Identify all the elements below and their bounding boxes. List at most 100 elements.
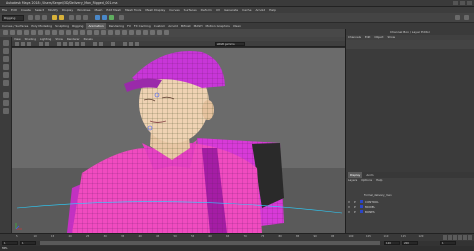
current-frame-field[interactable]: 1 bbox=[440, 241, 456, 245]
shelf-tool-icon[interactable] bbox=[31, 30, 36, 35]
smooth-shade-icon[interactable] bbox=[63, 42, 67, 46]
shelf-tool-icon[interactable] bbox=[10, 30, 15, 35]
sign-in-icon[interactable] bbox=[455, 15, 460, 20]
lights-icon[interactable] bbox=[81, 42, 85, 46]
layer-visibility-toggle[interactable]: V bbox=[348, 210, 352, 214]
maximize-button[interactable] bbox=[460, 1, 465, 5]
layer-menu-item[interactable]: Help bbox=[376, 178, 382, 183]
lasso-tool-icon[interactable] bbox=[3, 48, 9, 54]
shelf-tool-icon[interactable] bbox=[52, 30, 57, 35]
workspace-icon[interactable] bbox=[464, 15, 469, 20]
select-by-hierarchy-icon[interactable] bbox=[52, 15, 57, 20]
ipr-render-icon[interactable] bbox=[102, 15, 107, 20]
shelf-tool-icon[interactable] bbox=[108, 30, 113, 35]
snap-curve-icon[interactable] bbox=[76, 15, 81, 20]
minimize-button[interactable] bbox=[453, 1, 458, 5]
shelf-tool-icon[interactable] bbox=[24, 30, 29, 35]
xray-joints-icon[interactable] bbox=[99, 42, 103, 46]
render-settings-icon[interactable] bbox=[109, 15, 114, 20]
paint-select-icon[interactable] bbox=[3, 56, 9, 62]
snap-grid-icon[interactable] bbox=[69, 15, 74, 20]
channel-box-menu-item[interactable]: Edit bbox=[365, 35, 370, 40]
move-tool-icon[interactable] bbox=[3, 64, 9, 70]
channel-box-menu-item[interactable]: Channels bbox=[348, 35, 361, 40]
shelf-tool-icon[interactable] bbox=[164, 30, 169, 35]
shelf-tool-icon[interactable] bbox=[136, 30, 141, 35]
anti-aliasing-icon[interactable] bbox=[129, 42, 133, 46]
select-by-object-icon[interactable] bbox=[59, 15, 64, 20]
scale-tool-icon[interactable] bbox=[3, 80, 9, 86]
layer-menu-item[interactable]: Layers bbox=[348, 178, 357, 183]
playback-start-field[interactable]: 1 bbox=[20, 241, 36, 245]
shelf-tool-icon[interactable] bbox=[80, 30, 85, 35]
shelf-tool-icon[interactable] bbox=[87, 30, 92, 35]
isolate-select-icon[interactable] bbox=[111, 42, 115, 46]
shelf-tool-icon[interactable] bbox=[94, 30, 99, 35]
layer-row[interactable]: V P BONES bbox=[348, 209, 473, 214]
viewport-3d[interactable] bbox=[12, 48, 345, 233]
command-language-label[interactable]: MEL bbox=[2, 246, 8, 250]
time-slider[interactable]: 5 10 15 20 25 30 35 40 45 50 55 60 65 70 75 80 85 90 95 100… bbox=[0, 233, 474, 241]
layer-menu-item[interactable]: Options bbox=[361, 178, 372, 183]
shelf-tool-icon[interactable] bbox=[38, 30, 43, 35]
shelf-tool-icon[interactable] bbox=[115, 30, 120, 35]
hypershade-icon[interactable] bbox=[119, 15, 124, 20]
anim-end-field[interactable]: 200 bbox=[402, 241, 418, 245]
open-scene-icon[interactable] bbox=[35, 15, 40, 20]
bookmark-icon[interactable] bbox=[27, 42, 31, 46]
wireframe-icon[interactable] bbox=[57, 42, 61, 46]
layer-color-swatch[interactable] bbox=[360, 200, 363, 203]
channel-box-menu-item[interactable]: Show bbox=[387, 35, 395, 40]
camera-select-icon[interactable] bbox=[15, 42, 19, 46]
snap-point-icon[interactable] bbox=[83, 15, 88, 20]
go-to-start-button[interactable] bbox=[443, 235, 447, 240]
close-button[interactable] bbox=[467, 1, 472, 5]
shelf-tool-icon[interactable] bbox=[45, 30, 50, 35]
camera-attributes-icon[interactable] bbox=[21, 42, 25, 46]
anim-start-field[interactable]: 1 bbox=[2, 241, 18, 245]
new-scene-icon[interactable] bbox=[28, 15, 33, 20]
shelf-tool-icon[interactable] bbox=[59, 30, 64, 35]
shelf-tool-icon[interactable] bbox=[73, 30, 78, 35]
shelf-tool-icon[interactable] bbox=[3, 30, 8, 35]
menu-set-dropdown[interactable]: Rigging bbox=[2, 15, 24, 21]
shelf-tool-icon[interactable] bbox=[150, 30, 155, 35]
film-gate-icon[interactable] bbox=[45, 42, 49, 46]
shelf-tool-icon[interactable] bbox=[122, 30, 127, 35]
channel-box-menu-item[interactable]: Object bbox=[374, 35, 383, 40]
four-view-icon[interactable] bbox=[3, 100, 9, 106]
select-tool-icon[interactable] bbox=[3, 40, 9, 46]
layer-color-swatch[interactable] bbox=[360, 210, 363, 213]
layer-visibility-toggle[interactable]: V bbox=[348, 205, 352, 209]
layer-playback-toggle[interactable]: P bbox=[354, 200, 358, 204]
outliner-layout-icon[interactable] bbox=[3, 108, 9, 114]
range-bar[interactable] bbox=[40, 241, 380, 245]
color-space-field[interactable]: sRGB gamma bbox=[215, 42, 245, 46]
layer-color-swatch[interactable] bbox=[360, 205, 363, 208]
shelf-tool-icon[interactable] bbox=[66, 30, 71, 35]
grid-icon[interactable] bbox=[39, 42, 43, 46]
render-frame-icon[interactable] bbox=[95, 15, 100, 20]
go-to-end-button[interactable] bbox=[468, 235, 472, 240]
ambient-occlusion-icon[interactable] bbox=[123, 42, 127, 46]
layer-visibility-toggle[interactable]: V bbox=[348, 200, 352, 204]
layer-playback-toggle[interactable]: P bbox=[354, 205, 358, 209]
step-back-button[interactable] bbox=[448, 235, 452, 240]
shelf-tool-icon[interactable] bbox=[157, 30, 162, 35]
shelf-tool-icon[interactable] bbox=[129, 30, 134, 35]
save-scene-icon[interactable] bbox=[42, 15, 47, 20]
step-forward-button[interactable] bbox=[463, 235, 467, 240]
layer-playback-toggle[interactable]: P bbox=[354, 210, 358, 214]
shelf-tool-icon[interactable] bbox=[17, 30, 22, 35]
play-forward-button[interactable] bbox=[458, 235, 462, 240]
command-line[interactable]: MEL bbox=[0, 246, 474, 251]
playback-end-field[interactable]: 120 bbox=[384, 241, 400, 245]
xray-icon[interactable] bbox=[93, 42, 97, 46]
rotate-tool-icon[interactable] bbox=[3, 72, 9, 78]
single-view-icon[interactable] bbox=[3, 92, 9, 98]
play-backward-button[interactable] bbox=[453, 235, 457, 240]
wireframe-on-shaded-icon[interactable] bbox=[69, 42, 73, 46]
shelf-tool-icon[interactable] bbox=[143, 30, 148, 35]
textured-icon[interactable] bbox=[75, 42, 79, 46]
shelf-tool-icon[interactable] bbox=[101, 30, 106, 35]
